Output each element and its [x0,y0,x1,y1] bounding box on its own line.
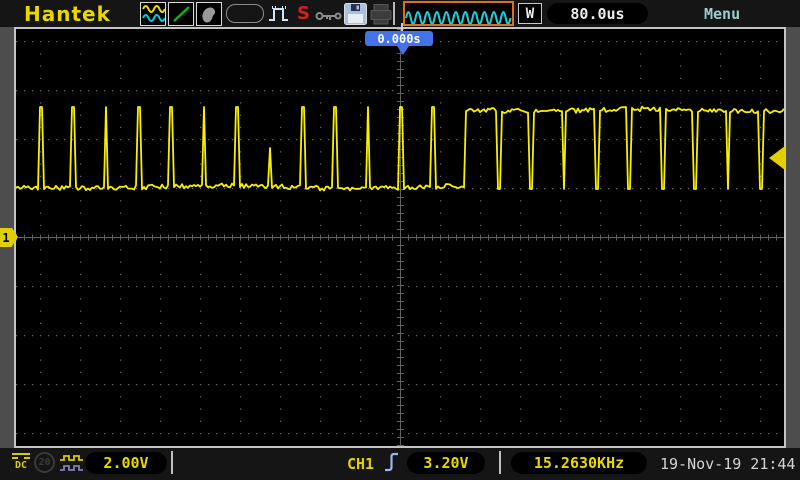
bandwidth-limit-icon: 20 [34,452,55,473]
trigger-position-pointer [397,46,409,55]
timebase-readout: 80.0us [547,3,648,24]
bottombar-divider-2 [499,451,501,474]
channels-icon [140,2,166,26]
bottombar-divider-1 [171,451,173,474]
s-indicator: S [297,3,310,24]
invert-icon [59,454,84,476]
save-floppy-icon [343,2,368,30]
print-icon [369,3,393,29]
ch1-scale-readout: 2.00V [85,452,167,474]
trigger-level-arrow[interactable] [769,146,785,170]
trigger-source-label: CH1 [347,455,374,473]
key-lock-icon [315,8,343,27]
trigger-slope-icon [384,449,400,479]
channel1-ground-marker[interactable]: 1 [0,228,12,247]
coupling-dc-icon: DC [11,453,31,471]
w-mode-icon: W [518,3,542,24]
topbar-divider [393,2,395,25]
coupling-label: DC [15,460,27,471]
right-margin [785,27,800,448]
channel1-ground-marker-tip [12,228,18,246]
menu-button[interactable]: Menu [704,5,740,23]
trigger-position-marker[interactable]: 0.000s [365,31,433,46]
brand-logo: Hantek [24,2,111,26]
oscilloscope-screen: { "brand": "Hantek", "topbar": { "s_labe… [0,0,800,480]
pulse-width-icon [267,4,295,28]
hand-icon [196,2,222,26]
datetime-readout: 19-Nov-19 21:44 [660,455,795,473]
graticule-center-lines [16,29,784,446]
empty-slot [226,4,264,23]
trigger-waveform-icon [403,1,514,26]
trigger-level-readout: 3.20V [407,452,485,474]
waveform-display [16,29,784,446]
slope-icon [168,2,194,26]
bandwidth-label: 20 [38,457,50,468]
frequency-readout: 15.2630KHz [511,452,647,474]
